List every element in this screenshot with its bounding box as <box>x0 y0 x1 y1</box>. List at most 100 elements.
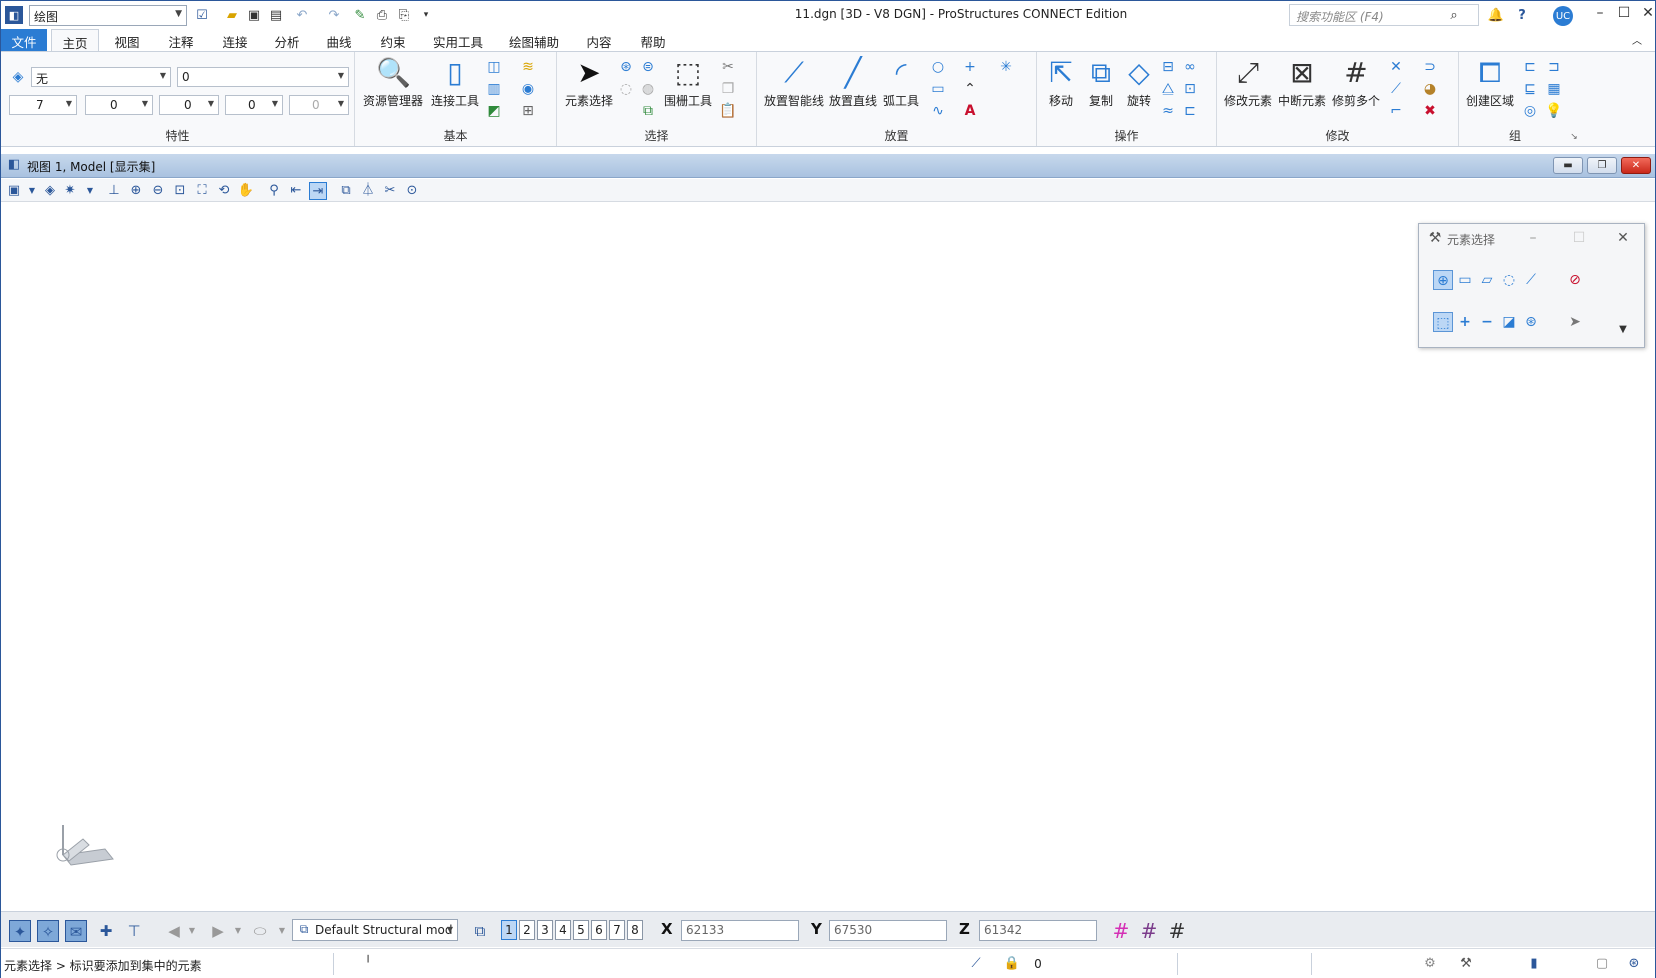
tab-constraints[interactable]: 约束 <box>371 29 415 51</box>
graphic-group-icon[interactable]: ⊑ <box>1521 80 1539 98</box>
tool-settings-icon[interactable]: ⚒ <box>1457 955 1475 973</box>
fillet-icon[interactable]: ⊃ <box>1421 58 1439 76</box>
zoom-out-icon[interactable]: ⊖ <box>149 182 167 200</box>
polyline-icon[interactable]: ∿ <box>929 102 947 120</box>
model-select[interactable]: ⧉ Default Structural mod ▼ <box>292 919 458 941</box>
circle-method-icon[interactable]: ◌ <box>1499 270 1519 290</box>
grid-plane-icon[interactable]: # <box>1137 919 1161 943</box>
view-number-button[interactable]: 8 <box>627 920 643 940</box>
lock-icon[interactable]: 🔒 <box>1003 955 1021 973</box>
new-mode-icon[interactable]: ⬚ <box>1433 312 1453 332</box>
rotate-button[interactable]: ◇ 旋转 <box>1121 56 1157 109</box>
invert-mode-icon[interactable]: ◪ <box>1499 312 1519 332</box>
intersect-icon[interactable]: ✕ <box>1387 58 1405 76</box>
view-display-icon[interactable]: ⊙ <box>403 182 421 200</box>
text-style-combo[interactable]: 0 ▼ <box>177 67 349 87</box>
cut-icon[interactable]: ✂ <box>719 58 737 76</box>
weight-combo[interactable]: 0 ▼ <box>85 95 153 115</box>
comment-snap-icon[interactable]: ✉ <box>65 920 87 942</box>
pin-icon[interactable]: ✎ <box>351 6 369 24</box>
clear-selection-icon[interactable]: ⊘ <box>1565 270 1585 290</box>
copy-view-icon[interactable]: ⧉ <box>337 182 355 200</box>
undo-icon[interactable]: ↶ <box>293 6 311 24</box>
panel-close-button[interactable]: ✕ <box>1613 228 1633 248</box>
app-logo-icon[interactable]: ◧ <box>5 6 23 24</box>
user-avatar[interactable]: UC <box>1553 6 1573 26</box>
tab-content[interactable]: 内容 <box>577 29 621 51</box>
deselect-icon[interactable]: ◌ <box>617 80 635 98</box>
grid-icon[interactable]: # <box>1109 919 1133 943</box>
select-all-icon[interactable]: ⊛ <box>617 58 635 76</box>
trim-multiple-button[interactable]: # 修剪多个 <box>1329 56 1383 109</box>
point-icon[interactable]: + <box>961 58 979 76</box>
raster-icon[interactable]: ◩ <box>485 102 503 120</box>
publish-icon[interactable]: ⎘ <box>395 6 413 24</box>
panel-maximize-button[interactable]: ☐ <box>1569 228 1589 248</box>
linestyle-combo[interactable]: 0 ▼ <box>159 95 219 115</box>
view-number-button[interactable]: 3 <box>537 920 553 940</box>
view-windows-icon[interactable]: ⧉ <box>469 920 491 942</box>
view-attributes-icon[interactable]: ▣ <box>5 182 23 200</box>
chamfer-icon[interactable]: ⌐ <box>1387 102 1405 120</box>
cell-icon[interactable]: ✳ <box>997 58 1015 76</box>
attach-tools-button[interactable]: ▯ 连接工具 <box>427 56 483 109</box>
view-previous-icon[interactable]: ⇤ <box>287 182 305 200</box>
collapse-ribbon-icon[interactable]: ︿ <box>1627 29 1647 51</box>
create-region-button[interactable]: ⧠ 创建区域 <box>1463 56 1517 109</box>
tab-utilities[interactable]: 实用工具 <box>425 29 491 51</box>
array-icon[interactable]: ∞ <box>1181 58 1199 76</box>
view-minimize-button[interactable]: ▬ <box>1553 157 1583 174</box>
fence-tool-button[interactable]: ⬚ 围栅工具 <box>661 56 715 109</box>
delete-icon[interactable]: ✖ <box>1421 102 1439 120</box>
select-by-attributes-icon[interactable]: ⊜ <box>639 58 657 76</box>
view-close-button[interactable]: ✕ <box>1621 157 1651 174</box>
named-group-icon[interactable]: ◎ <box>1521 102 1539 120</box>
tab-curves[interactable]: 曲线 <box>317 29 361 51</box>
spin-icon[interactable]: ⊏ <box>1181 102 1199 120</box>
chevron-down-icon[interactable]: ▼ <box>23 182 41 200</box>
chevron-down-icon[interactable]: ▼ <box>81 182 99 200</box>
mirror-icon[interactable]: ⧋ <box>1159 80 1177 98</box>
select-cursor-icon[interactable]: ➤ <box>1565 312 1585 332</box>
align-icon[interactable]: ⊡ <box>1181 80 1199 98</box>
block-method-icon[interactable]: ▭ <box>1455 270 1475 290</box>
level-display-icon[interactable]: ◉ <box>519 80 537 98</box>
expand-panel-icon[interactable]: ▼ <box>1613 320 1633 340</box>
search-icon[interactable]: ⌕ <box>1445 6 1463 24</box>
pan-view-icon[interactable]: ✋ <box>237 182 255 200</box>
move-button[interactable]: ⇱ 移动 <box>1041 56 1081 109</box>
view-restore-button[interactable]: ❐ <box>1587 157 1617 174</box>
paste-icon[interactable]: 📋 <box>719 102 737 120</box>
scale-icon[interactable]: ⊟ <box>1159 58 1177 76</box>
element-selection-button[interactable]: ➤ 元素选择 <box>561 56 617 109</box>
minimize-button[interactable]: – <box>1589 5 1611 25</box>
individual-method-icon[interactable]: ⊕ <box>1433 270 1453 290</box>
group-select-icon[interactable]: ⧉ <box>639 102 657 120</box>
group-icon[interactable]: ⊏ <box>1521 58 1539 76</box>
open-folder-icon[interactable]: ▰ <box>223 6 241 24</box>
message-center-icon[interactable]: ▢ <box>1593 955 1611 973</box>
hatch-icon[interactable]: ▦ <box>1545 80 1563 98</box>
explorer-button[interactable]: 🔍 资源管理器 <box>361 56 425 109</box>
place-line-button[interactable]: ╱ 放置直线 <box>827 56 879 109</box>
rotate-view-icon[interactable]: ⟲ <box>215 182 233 200</box>
ungroup-icon[interactable]: ⊐ <box>1545 58 1563 76</box>
stretch-icon[interactable]: ≈ <box>1159 102 1177 120</box>
forward-icon[interactable]: ▶ <box>207 920 229 942</box>
add-mode-icon[interactable]: + <box>1455 312 1475 332</box>
accudraw-icon[interactable]: ✦ <box>9 920 31 942</box>
panel-minimize-button[interactable]: – <box>1523 228 1543 248</box>
workspace-select[interactable]: 绘图 ▼ <box>29 5 187 26</box>
customize-qat-icon[interactable]: ▾ <box>417 6 435 24</box>
smartline-status-icon[interactable]: ⟋ <box>967 955 985 973</box>
tab-file[interactable]: 文件 <box>1 29 47 51</box>
view-next-icon[interactable]: ⇥ <box>309 182 327 200</box>
drawing-canvas[interactable]: ⚒ 元素选择 – ☐ ✕ ⊕ ▭ ▱ ◌ ⟋ ⊘ ⬚ + − ◪ ⊛ ➤ ▼ <box>1 203 1655 911</box>
arc-tools-button[interactable]: ◜ 弧工具 <box>881 56 921 109</box>
workflow-icon[interactable]: ☑ <box>193 6 211 24</box>
subtract-mode-icon[interactable]: − <box>1477 312 1497 332</box>
level-manager-icon[interactable]: ≋ <box>519 58 537 76</box>
dialog-launcher-icon[interactable]: ↘ <box>1565 128 1583 146</box>
tab-attach[interactable]: 连接 <box>213 29 257 51</box>
print-icon[interactable]: ⎙ <box>373 6 391 24</box>
